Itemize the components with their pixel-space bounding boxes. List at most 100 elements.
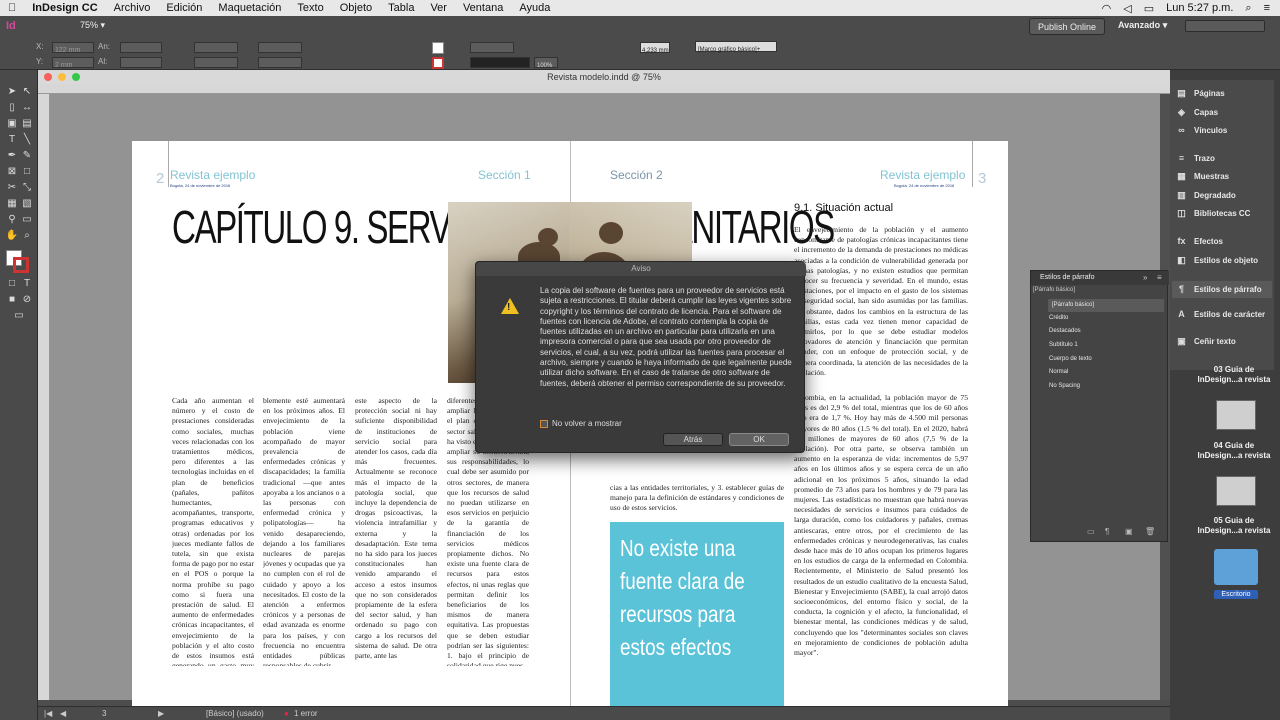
panel-estilos-parrafo[interactable]: ¶ Estilos de párrafo xyxy=(1172,281,1272,298)
free-transform-tool-icon[interactable]: ⤡ xyxy=(20,182,34,194)
first-page-icon[interactable]: |◀ xyxy=(44,709,52,718)
back-button[interactable]: Atrás xyxy=(663,433,723,446)
horizontal-ruler[interactable] xyxy=(38,84,1170,94)
hand-tool-icon[interactable]: ✋ xyxy=(5,230,19,242)
pencil-tool-icon[interactable]: ✎ xyxy=(20,150,34,162)
clear-override-icon[interactable]: ¶ xyxy=(1105,527,1109,536)
w-field[interactable] xyxy=(120,42,162,53)
body-column-3[interactable]: este aspecto de la protección social ni … xyxy=(355,396,437,666)
opacity-field[interactable]: 100% xyxy=(534,57,558,69)
adobe-stock-search[interactable] xyxy=(1185,20,1265,32)
body-column-6[interactable]: Colombia, en la actualidad, la población… xyxy=(794,393,968,668)
prev-page-icon[interactable]: ◀ xyxy=(60,709,66,718)
page-tool-icon[interactable]: ▯ xyxy=(5,102,19,114)
h-field[interactable] xyxy=(120,57,162,68)
dont-show-checkbox[interactable]: No volver a mostrar xyxy=(540,419,622,428)
desktop-folder-label[interactable]: Escritorio xyxy=(1214,590,1258,599)
body-column-2[interactable]: blemente esté aumentará en los próximos … xyxy=(263,396,345,666)
stroke-weight-field[interactable]: 4,233 mm xyxy=(640,42,670,54)
style-item[interactable]: Cuerpo de texto xyxy=(1049,353,1165,366)
body-column-5[interactable]: cias a las entidades territoriales, y 3.… xyxy=(610,483,784,515)
rectangle-tool-icon[interactable]: □ xyxy=(20,166,34,178)
stroke-weight-select[interactable] xyxy=(470,42,514,53)
panel-estilos-caracter[interactable]: A Estilos de carácter xyxy=(1176,309,1265,320)
rectangle-frame-tool-icon[interactable]: ⊠ xyxy=(5,166,19,178)
x-field[interactable]: 122 mm xyxy=(52,42,94,54)
stroke-swatch[interactable] xyxy=(432,57,444,69)
desktop-file-2[interactable]: 04 Guia de InDesign...a revista xyxy=(1196,441,1272,461)
menu-maquetacion[interactable]: Maquetación xyxy=(210,2,289,14)
publish-online-button[interactable]: Publish Online xyxy=(1029,18,1105,35)
scale-y-field[interactable] xyxy=(194,57,238,68)
desktop-thumb-3[interactable] xyxy=(1216,476,1256,506)
desktop-file-1[interactable]: 03 Guia de InDesign...a revista xyxy=(1196,365,1272,385)
battery-icon[interactable]: ▭ xyxy=(1144,2,1154,15)
panel-paginas[interactable]: ▤ Páginas xyxy=(1176,88,1224,99)
body-column-1[interactable]: Cada año aumentan el número y el costo d… xyxy=(172,396,254,666)
content-placer-icon[interactable]: ▤ xyxy=(20,118,34,130)
panel-trazo[interactable]: ≡ Trazo xyxy=(1176,153,1215,164)
next-page-icon[interactable]: ▶ xyxy=(158,709,164,718)
wifi-icon[interactable]: ◠ xyxy=(1102,2,1112,15)
style-item[interactable]: Crédito xyxy=(1049,312,1165,325)
menu-texto[interactable]: Texto xyxy=(289,2,331,14)
panel-vinculos[interactable]: ∞ Vínculos xyxy=(1176,125,1227,136)
panel-capas[interactable]: ◈ Capas xyxy=(1176,107,1218,118)
new-style-icon[interactable]: ▣ xyxy=(1125,527,1133,536)
panel-estilos-objeto[interactable]: ◧ Estilos de objeto xyxy=(1176,255,1258,266)
menu-ver[interactable]: Ver xyxy=(422,2,455,14)
type-tool-icon[interactable]: T xyxy=(5,134,19,146)
content-collector-icon[interactable]: ▣ xyxy=(5,118,19,130)
menu-list-icon[interactable]: ≡ xyxy=(1264,2,1270,14)
direct-selection-tool-icon[interactable]: ↖ xyxy=(20,86,34,98)
section-subtitle[interactable]: 9.1. Situación actual xyxy=(794,202,893,214)
panel-cenir-texto[interactable]: ▣ Ceñir texto xyxy=(1176,336,1236,347)
error-status[interactable]: 1 error xyxy=(294,709,318,718)
workspace-switcher[interactable]: Avanzado ▾ xyxy=(1118,20,1167,31)
selection-tool-icon[interactable]: ➤ xyxy=(5,86,19,98)
line-tool-icon[interactable]: ╲ xyxy=(20,134,34,146)
style-item[interactable]: Normal xyxy=(1049,366,1165,379)
body-column-6-top[interactable]: El envejecimiento de la población y el a… xyxy=(794,225,968,385)
style-item[interactable]: Subtítulo 1 xyxy=(1049,339,1165,352)
app-menu[interactable]: InDesign CC xyxy=(24,2,105,14)
formatting-text-icon[interactable]: T xyxy=(20,278,34,290)
menu-ventana[interactable]: Ventana xyxy=(455,2,511,14)
formatting-container-icon[interactable]: □ xyxy=(5,278,19,290)
menu-archivo[interactable]: Archivo xyxy=(106,2,159,14)
style-status[interactable]: [Básico] (usado) xyxy=(206,709,264,718)
folder-icon[interactable] xyxy=(1214,549,1258,585)
clock[interactable]: Lun 5:27 p.m. xyxy=(1166,2,1233,14)
zoom-select[interactable]: 75% ▾ xyxy=(80,20,105,31)
gap-tool-icon[interactable]: ↔ xyxy=(20,102,34,114)
menu-objeto[interactable]: Objeto xyxy=(332,2,380,14)
style-item[interactable]: Destacados xyxy=(1049,325,1165,338)
panel-muestras[interactable]: ▦ Muestras xyxy=(1176,171,1229,182)
desktop-thumb-2[interactable] xyxy=(1216,400,1256,430)
maximize-window-button[interactable] xyxy=(72,73,80,81)
apply-color-icon[interactable]: ■ xyxy=(5,294,19,306)
note-tool-icon[interactable]: ▭ xyxy=(20,214,34,226)
close-window-button[interactable] xyxy=(44,73,52,81)
ok-button[interactable]: OK xyxy=(729,433,789,446)
stroke-type-select[interactable] xyxy=(470,57,530,68)
page-field[interactable]: 3 xyxy=(102,709,106,718)
screen-mode-icon[interactable]: ▭ xyxy=(12,310,26,322)
menu-edicion[interactable]: Edición xyxy=(158,2,210,14)
paragraph-styles-tab[interactable]: Estilos de párrafo xyxy=(1031,271,1169,285)
frame-style-select[interactable]: [Marco gráfico básico]+ xyxy=(695,41,777,53)
panel-degradado[interactable]: ▥ Degradado xyxy=(1176,190,1236,201)
zoom-tool-icon[interactable]: ⌕ xyxy=(20,230,34,242)
gradient-tool-icon[interactable]: ▦ xyxy=(5,198,19,210)
apply-none-icon[interactable]: ⊘ xyxy=(20,294,34,306)
apple-icon[interactable]:  xyxy=(0,2,24,14)
pullquote-text[interactable]: No existe una fuente clara de recursos p… xyxy=(620,532,780,664)
gradient-feather-tool-icon[interactable]: ▧ xyxy=(20,198,34,210)
rotate-field[interactable] xyxy=(258,42,302,53)
desktop-file-3[interactable]: 05 Guia de InDesign...a revista xyxy=(1196,516,1272,536)
delete-style-icon[interactable]: 🗑 xyxy=(1145,527,1155,536)
menu-ayuda[interactable]: Ayuda xyxy=(511,2,558,14)
shear-field[interactable] xyxy=(258,57,302,68)
y-field[interactable]: 2 mm xyxy=(52,57,94,69)
chapter-title[interactable]: CAPÍTULO 9. SERVICIOS SO-CIOSANITARIOS xyxy=(172,199,835,255)
